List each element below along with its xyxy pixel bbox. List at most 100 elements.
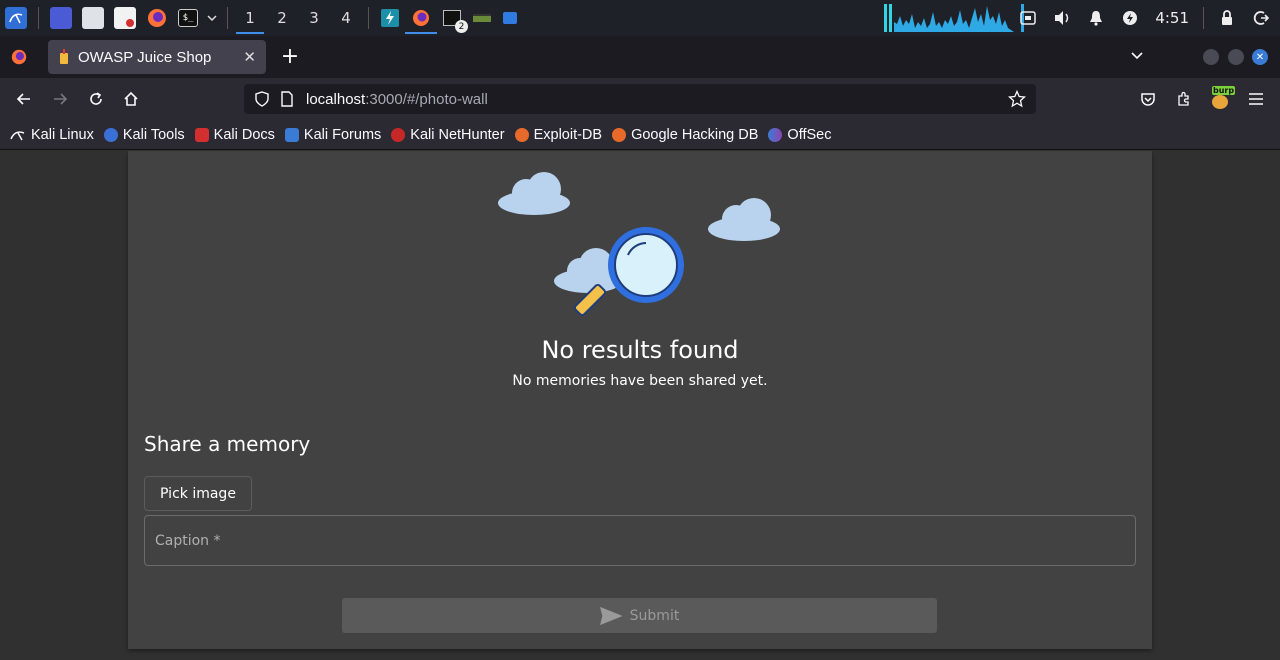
back-button[interactable] — [12, 87, 36, 111]
workspace-3[interactable]: 3 — [298, 0, 330, 36]
puzzle-icon — [1178, 91, 1189, 106]
bookmarks-toolbar: Kali Linux Kali Tools Kali Docs Kali For… — [0, 120, 1280, 150]
clock[interactable]: 4:51 — [1155, 9, 1189, 27]
no-results-illustration — [498, 172, 780, 317]
exploit-db-icon — [514, 127, 529, 142]
workspace-1[interactable]: 1 — [234, 0, 266, 36]
cpu-graph — [884, 4, 1024, 32]
close-tab-icon[interactable]: ✕ — [243, 48, 256, 66]
bookmark-offsec[interactable]: OffSec — [768, 127, 831, 143]
burp-badge: burp — [1212, 86, 1236, 95]
burp-extension-icon: burp — [1210, 86, 1236, 109]
page-content: No results found No memories have been s… — [0, 151, 1280, 660]
list-all-tabs-icon[interactable] — [1130, 48, 1144, 67]
notification-bell-icon[interactable] — [1085, 7, 1107, 29]
forward-button[interactable] — [48, 87, 72, 111]
home-icon — [124, 91, 138, 106]
share-memory-title: Share a memory — [144, 432, 311, 456]
desktop-icon[interactable] — [50, 7, 72, 29]
terminal-icon[interactable]: $_ — [178, 9, 198, 27]
bookmark-kali-linux[interactable]: Kali Linux — [10, 127, 94, 143]
reload-icon — [90, 92, 102, 105]
url-path: :3000/#/photo-wall — [365, 90, 488, 108]
firefox-icon — [413, 10, 429, 26]
burp-icon — [381, 9, 399, 27]
app-icon — [473, 14, 491, 22]
bookmark-kali-tools[interactable]: Kali Tools — [103, 127, 185, 143]
bookmark-kali-nethunter[interactable]: Kali NetHunter — [391, 127, 505, 143]
separator — [368, 7, 369, 29]
separator — [38, 7, 39, 29]
lock-icon[interactable] — [1216, 7, 1238, 29]
kali-dragon-icon — [10, 130, 25, 140]
system-tray: 4:51 — [1011, 0, 1280, 36]
submit-button[interactable]: Submit — [342, 598, 937, 633]
close-window-button[interactable]: ✕ — [1252, 49, 1268, 65]
minimize-window-button[interactable] — [1203, 49, 1219, 65]
url-host: localhost — [306, 90, 366, 108]
taskbar-files-window[interactable] — [497, 0, 523, 36]
workspace-2[interactable]: 2 — [266, 0, 298, 36]
text-editor-icon[interactable] — [114, 7, 136, 29]
folder-icon — [503, 12, 517, 24]
back-arrow-icon — [16, 93, 30, 105]
photo-wall-card: No results found No memories have been s… — [128, 151, 1152, 649]
app-menu-button[interactable] — [1244, 87, 1268, 111]
offsec-icon — [768, 127, 783, 142]
kali-forums-icon — [284, 127, 299, 142]
new-tab-button[interactable]: + — [278, 44, 302, 69]
taskbar-app-window[interactable] — [467, 0, 497, 36]
burp-extension-button[interactable]: burp — [1208, 86, 1236, 111]
separator — [227, 7, 228, 29]
reload-button[interactable] — [84, 87, 108, 111]
network-icon[interactable] — [1017, 7, 1039, 29]
taskbar-burp-window[interactable] — [375, 0, 405, 36]
kali-tools-icon — [103, 127, 118, 142]
hamburger-menu-icon — [1249, 93, 1263, 105]
page-icon[interactable] — [280, 91, 294, 107]
browser-nav-bar: localhost:3000/#/photo-wall burp — [0, 78, 1280, 120]
nethunter-icon — [391, 127, 406, 142]
taskbar: $_ 1 2 3 4 2 4:51 — [0, 0, 1280, 36]
taskbar-terminal-window[interactable]: 2 — [437, 0, 468, 36]
forward-arrow-icon — [54, 93, 68, 105]
pocket-button[interactable] — [1136, 87, 1160, 111]
terminal-icon: 2 — [443, 10, 468, 33]
google-hacking-db-icon — [612, 127, 627, 142]
home-button[interactable] — [119, 87, 143, 111]
bookmark-kali-forums[interactable]: Kali Forums — [284, 127, 381, 143]
chevron-down-icon[interactable] — [206, 7, 218, 29]
cloud-icon — [498, 172, 570, 215]
taskbar-firefox-window[interactable] — [405, 0, 437, 36]
bookmark-star-icon[interactable] — [1008, 90, 1026, 108]
browser-tab-bar: OWASP Juice Shop ✕ + ✕ — [0, 36, 1280, 78]
logout-icon[interactable] — [1250, 7, 1272, 29]
browser-tab[interactable]: OWASP Juice Shop ✕ — [48, 40, 266, 74]
send-icon — [599, 606, 622, 625]
volume-icon[interactable] — [1051, 7, 1073, 29]
no-results-title: No results found — [541, 336, 739, 364]
kali-docs-icon — [194, 127, 209, 142]
bookmark-google-hacking-db[interactable]: Google Hacking DB — [612, 127, 758, 143]
no-results-subtitle: No memories have been shared yet. — [512, 373, 768, 389]
pick-image-button[interactable]: Pick image — [144, 476, 252, 511]
file-manager-icon[interactable] — [82, 7, 104, 29]
submit-label: Submit — [629, 607, 680, 624]
bookmark-exploit-db[interactable]: Exploit-DB — [514, 127, 602, 143]
shield-icon[interactable] — [254, 91, 270, 107]
maximize-window-button[interactable] — [1228, 49, 1244, 65]
juice-shop-favicon — [58, 49, 70, 65]
firefox-icon[interactable] — [146, 7, 168, 29]
power-manager-icon[interactable] — [1119, 7, 1141, 29]
firefox-view-icon[interactable] — [10, 48, 28, 70]
kali-menu-icon[interactable] — [5, 7, 27, 29]
tab-title: OWASP Juice Shop — [78, 48, 212, 66]
caption-field[interactable] — [144, 515, 1136, 566]
extensions-button[interactable] — [1172, 87, 1196, 111]
separator — [1203, 7, 1204, 29]
pocket-icon — [1141, 93, 1155, 106]
url-bar[interactable]: localhost:3000/#/photo-wall — [244, 84, 1036, 114]
caption-input[interactable] — [145, 516, 1135, 565]
bookmark-kali-docs[interactable]: Kali Docs — [194, 127, 275, 143]
workspace-4[interactable]: 4 — [330, 0, 362, 36]
